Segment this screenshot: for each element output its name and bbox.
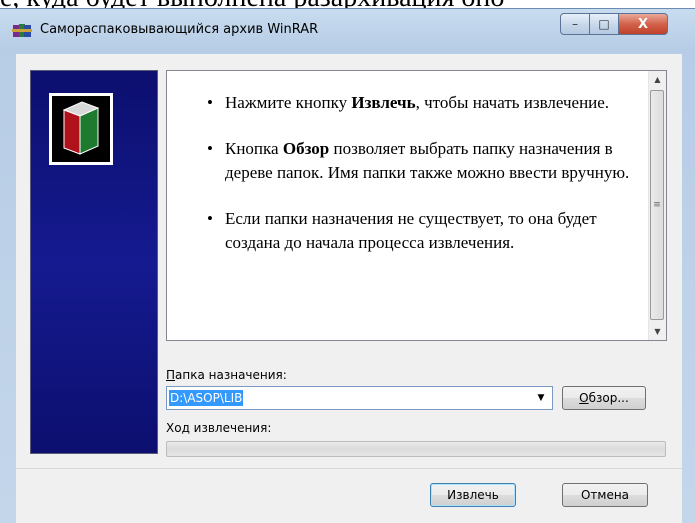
title-bar[interactable]: Самораспаковывающийся архив WinRAR – □ X [0,9,695,53]
close-icon: X [637,16,649,32]
destination-folder-input[interactable]: D:\ASOP\LIB ▼ [166,386,553,410]
scroll-thumb[interactable]: ≡ [650,90,664,320]
scroll-down-icon[interactable]: ▼ [649,323,666,340]
vertical-scrollbar[interactable]: ▲ ≡ ▼ [648,71,666,340]
dialog-client-area: Нажмите кнопку Извлечь, чтобы начать изв… [16,54,682,523]
destination-folder-value[interactable]: D:\ASOP\LIB [169,390,244,406]
window-title: Самораспаковывающийся архив WinRAR [40,22,319,37]
maximize-button[interactable]: □ [589,13,619,35]
maximize-icon: □ [598,17,610,31]
list-item: Кнопка Обзор позволяет выбрать папку наз… [207,137,639,185]
extraction-progress-bar [166,441,666,457]
button-bar: Извлечь Отмена [16,469,682,523]
side-banner [30,70,158,454]
dropdown-arrow-icon[interactable]: ▼ [534,391,548,405]
extract-button[interactable]: Извлечь [430,483,516,507]
winrar-book-icon [49,93,113,165]
list-item: Нажмите кнопку Извлечь, чтобы начать изв… [207,91,639,115]
sfx-window: Самораспаковывающийся архив WinRAR – □ X… [0,8,695,523]
scroll-up-icon[interactable]: ▲ [649,71,666,88]
instructions-panel: Нажмите кнопку Извлечь, чтобы начать изв… [166,70,667,341]
minimize-button[interactable]: – [560,13,590,35]
winrar-icon [12,22,32,38]
minimize-icon: – [572,17,578,31]
destination-label: Папка назначения: [166,368,287,382]
cancel-button[interactable]: Отмена [562,483,648,507]
instructions-list: Нажмите кнопку Извлечь, чтобы начать изв… [207,91,639,277]
list-item: Если папки назначения не существует, то … [207,207,639,255]
progress-label: Ход извлечения: [166,421,272,435]
close-button[interactable]: X [618,13,668,35]
browse-button[interactable]: Обзор... [562,386,646,410]
